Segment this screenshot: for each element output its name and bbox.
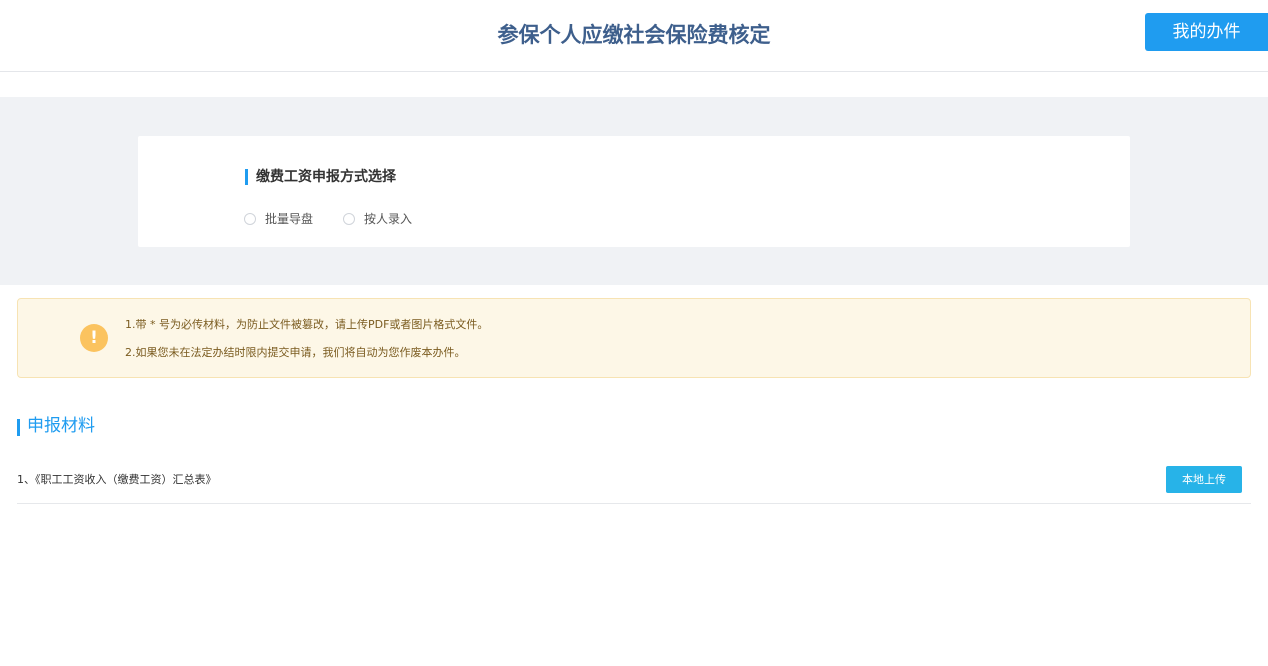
radio-label[interactable]: 按人录入 — [364, 210, 412, 228]
card-title-accent — [245, 169, 248, 185]
section-title-accent — [17, 419, 20, 436]
header: 参保个人应缴社会保险费核定 我的办件 — [0, 0, 1268, 72]
notice-line: 1.带 * 号为必传材料，为防止文件被篡改，请上传PDF或者图片格式文件。 — [125, 318, 489, 331]
local-upload-button[interactable]: 本地上传 — [1166, 466, 1242, 493]
notice-line: 2.如果您未在法定办结时限内提交申请，我们将自动为您作废本办件。 — [125, 346, 466, 359]
material-row: 1、《职工工资收入（缴费工资）汇总表》 本地上传 — [17, 458, 1251, 504]
section-title: 申报材料 — [27, 416, 95, 436]
method-section: 缴费工资申报方式选择 批量导盘 按人录入 — [0, 97, 1268, 285]
page: 参保个人应缴社会保险费核定 我的办件 缴费工资申报方式选择 批量导盘 按人录入 … — [0, 0, 1268, 666]
my-affairs-button[interactable]: 我的办件 — [1145, 13, 1268, 51]
radio-label[interactable]: 批量导盘 — [265, 210, 313, 228]
exclamation-icon: ! — [80, 324, 108, 352]
card-title: 缴费工资申报方式选择 — [256, 169, 396, 185]
page-title: 参保个人应缴社会保险费核定 — [497, 23, 771, 47]
notice-box: ! 1.带 * 号为必传材料，为防止文件被篡改，请上传PDF或者图片格式文件。 … — [17, 298, 1251, 378]
method-card: 缴费工资申报方式选择 批量导盘 按人录入 — [138, 136, 1130, 247]
radio-circle-icon[interactable] — [343, 213, 355, 225]
radio-circle-icon[interactable] — [244, 213, 256, 225]
material-name: 1、《职工工资收入（缴费工资）汇总表》 — [17, 473, 217, 486]
